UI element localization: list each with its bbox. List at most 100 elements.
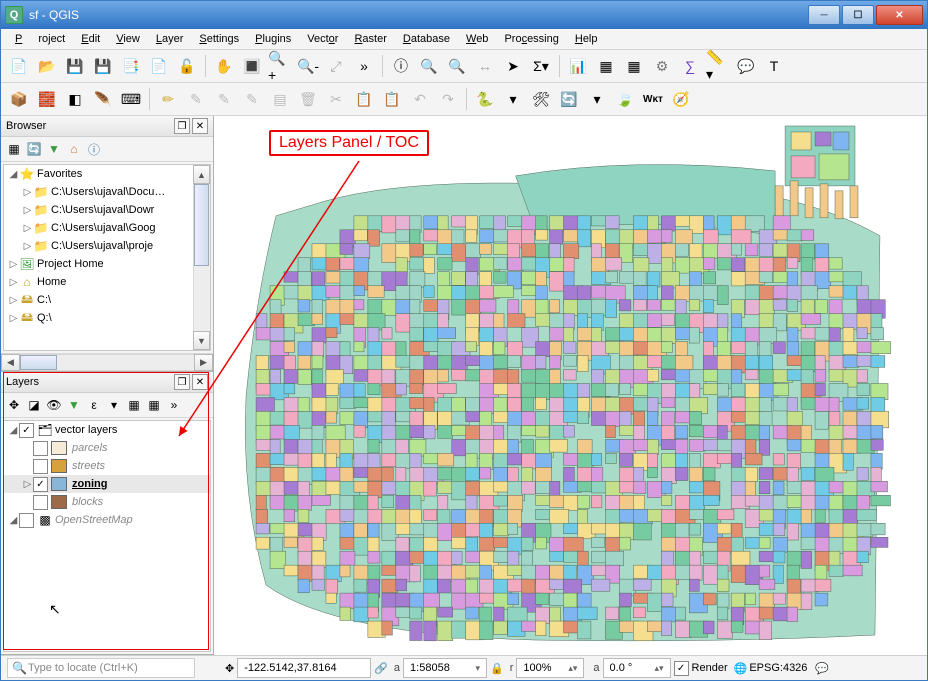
browser-tree-item[interactable]: ▷ 🖴 Q:\ <box>4 309 193 327</box>
select-button[interactable]: 🔍 <box>416 53 442 79</box>
style-manager-button[interactable]: 🔓 <box>174 53 200 79</box>
new-virtual-button[interactable]: ⌨ <box>118 86 144 112</box>
dev-tools-button[interactable]: 🛠 <box>528 86 554 112</box>
selection-dropdown[interactable]: Σ▾ <box>528 53 554 79</box>
dropdown-icon[interactable]: ▾ <box>476 663 481 674</box>
menu-help[interactable]: Help <box>567 31 606 47</box>
menu-raster[interactable]: Raster <box>346 31 394 47</box>
zoom-full-button[interactable]: ⤢ <box>323 53 349 79</box>
annotation-text-button[interactable]: T <box>761 53 787 79</box>
wkt-button[interactable]: Wᴋᴛ <box>640 86 666 112</box>
browser-scrollbar-v[interactable]: ▲ ▼ <box>193 165 210 350</box>
python-dropdown[interactable]: ▾ <box>500 86 526 112</box>
edit-redo-button[interactable]: ↷ <box>435 86 461 112</box>
messages-icon[interactable]: 💬 <box>815 662 829 675</box>
menu-project[interactable]: Project <box>7 31 73 47</box>
zoom-out-button[interactable]: 🔍- <box>295 53 321 79</box>
new-shapefile-button[interactable]: ◧ <box>62 86 88 112</box>
browser-tree-item[interactable]: ◢ ⭐ Favorites <box>4 165 193 183</box>
menu-web[interactable]: Web <box>458 31 496 47</box>
expand-icon[interactable]: ◢ <box>8 169 19 180</box>
menu-plugins[interactable]: Plugins <box>247 31 299 47</box>
browser-tree-item[interactable]: ▷ 📁 C:\Users\ujaval\proje <box>4 237 193 255</box>
expand-icon[interactable]: ▷ <box>22 223 33 234</box>
browser-add-button[interactable]: ▦ <box>5 140 23 158</box>
edit-add-button[interactable]: ✎ <box>211 86 237 112</box>
browser-refresh-button[interactable]: 🔄 <box>25 140 43 158</box>
menu-processing[interactable]: Processing <box>496 31 566 47</box>
save-project-as-button[interactable]: 💾 <box>90 53 116 79</box>
deselect-button[interactable]: ↔ <box>472 53 498 79</box>
osm-button[interactable]: 🍃 <box>612 86 638 112</box>
coordinate-field[interactable]: -122.5142,37.8164 <box>237 658 371 678</box>
python-console-button[interactable]: 🐍 <box>472 86 498 112</box>
edit-node-button[interactable]: ▤ <box>267 86 293 112</box>
save-project-button[interactable]: 💾 <box>62 53 88 79</box>
menu-vector[interactable]: Vector <box>299 31 346 47</box>
maptips-button[interactable]: 💬 <box>733 53 759 79</box>
scroll-right-icon[interactable]: ▶ <box>194 354 213 371</box>
select-by-button[interactable]: 🔍 <box>444 53 470 79</box>
edit-move-button[interactable]: ✎ <box>239 86 265 112</box>
expand-icon[interactable]: ▷ <box>22 241 33 252</box>
browser-tree-item[interactable]: ▷ 📁 C:\Users\ujaval\Goog <box>4 219 193 237</box>
new-layout-button[interactable]: 📑 <box>118 53 144 79</box>
expand-icon[interactable]: ▷ <box>22 205 33 216</box>
browser-tree-item[interactable]: ▷ 📁 C:\Users\ujaval\Dowr <box>4 201 193 219</box>
new-spatialite-button[interactable]: 🪶 <box>90 86 116 112</box>
expand-icon[interactable]: ▷ <box>8 295 19 306</box>
zoom-in-button[interactable]: 🔍+ <box>267 53 293 79</box>
edit-paste-button[interactable]: 📋 <box>379 86 405 112</box>
refresh-dropdown[interactable]: ▾ <box>584 86 610 112</box>
menu-view[interactable]: View <box>108 31 148 47</box>
render-checkbox[interactable]: ✓ <box>674 661 689 676</box>
stats-button[interactable]: ▦ <box>621 53 647 79</box>
identify-button[interactable]: ⓘ <box>388 53 414 79</box>
crs-icon[interactable]: 🌐 <box>734 662 748 675</box>
browser-properties-button[interactable]: ⓘ <box>85 140 103 158</box>
browser-undock-button[interactable]: ❐ <box>174 118 190 134</box>
window-minimize-button[interactable]: ─ <box>808 5 840 25</box>
menu-database[interactable]: Database <box>395 31 458 47</box>
edit-delete-button[interactable]: 🗑 <box>295 86 321 112</box>
edit-copy-button[interactable]: 📋 <box>351 86 377 112</box>
refresh-button[interactable]: 🔄 <box>556 86 582 112</box>
expand-icon[interactable]: ▷ <box>8 259 19 270</box>
measure-button[interactable]: 📏▾ <box>705 53 731 79</box>
toolbar-overflow-1[interactable]: » <box>351 53 377 79</box>
window-close-button[interactable]: ✕ <box>876 5 923 25</box>
new-project-button[interactable]: 📄 <box>6 53 32 79</box>
browser-tree-item[interactable]: ▷ 🖼 Project Home <box>4 255 193 273</box>
open-project-button[interactable]: 📂 <box>34 53 60 79</box>
scroll-left-icon[interactable]: ◀ <box>1 354 20 371</box>
edit-cut-button[interactable]: ✂ <box>323 86 349 112</box>
toolbox-button[interactable]: ⚙ <box>649 53 675 79</box>
browser-filter-button[interactable]: ▼ <box>45 140 63 158</box>
browser-tree[interactable]: ◢ ⭐ Favorites▷ 📁 C:\Users\ujaval\Docu…▷ … <box>3 164 211 351</box>
spinner-icon[interactable]: ▴▾ <box>568 663 577 674</box>
layout-manager-button[interactable]: 📄 <box>146 53 172 79</box>
browser-close-button[interactable]: ✕ <box>192 118 208 134</box>
browser-tree-item[interactable]: ▷ 🖴 C:\ <box>4 291 193 309</box>
expand-icon[interactable]: ▷ <box>22 187 33 198</box>
edit-undo-button[interactable]: ↶ <box>407 86 433 112</box>
edit-toggle-button[interactable]: ✏ <box>155 86 181 112</box>
field-calc-button[interactable]: ▦ <box>593 53 619 79</box>
scroll-down-icon[interactable]: ▼ <box>193 331 210 350</box>
expand-icon[interactable]: ▷ <box>8 313 19 324</box>
magnifier-field[interactable]: 100% ▴▾ <box>516 658 584 678</box>
lock-icon[interactable]: 🔒 <box>490 662 504 675</box>
expand-icon[interactable]: ▷ <box>8 277 19 288</box>
scroll-up-icon[interactable]: ▲ <box>193 165 210 184</box>
datasource-manager-button[interactable]: 📦 <box>6 86 32 112</box>
pan-button[interactable]: ✋ <box>211 53 237 79</box>
browser-scrollbar-h[interactable]: ◀ ▶ <box>1 353 213 371</box>
open-table-button[interactable]: 📊 <box>565 53 591 79</box>
spinner-icon[interactable]: ▴▾ <box>655 663 664 674</box>
sum-button[interactable]: ∑ <box>677 53 703 79</box>
browser-tree-item[interactable] <box>4 327 193 345</box>
browser-collapse-button[interactable]: ⌂ <box>65 140 83 158</box>
scale-field[interactable]: 1:58058 ▾ <box>403 658 487 678</box>
browser-tree-item[interactable]: ▷ ⌂ Home <box>4 273 193 291</box>
edit-save-button[interactable]: ✎ <box>183 86 209 112</box>
